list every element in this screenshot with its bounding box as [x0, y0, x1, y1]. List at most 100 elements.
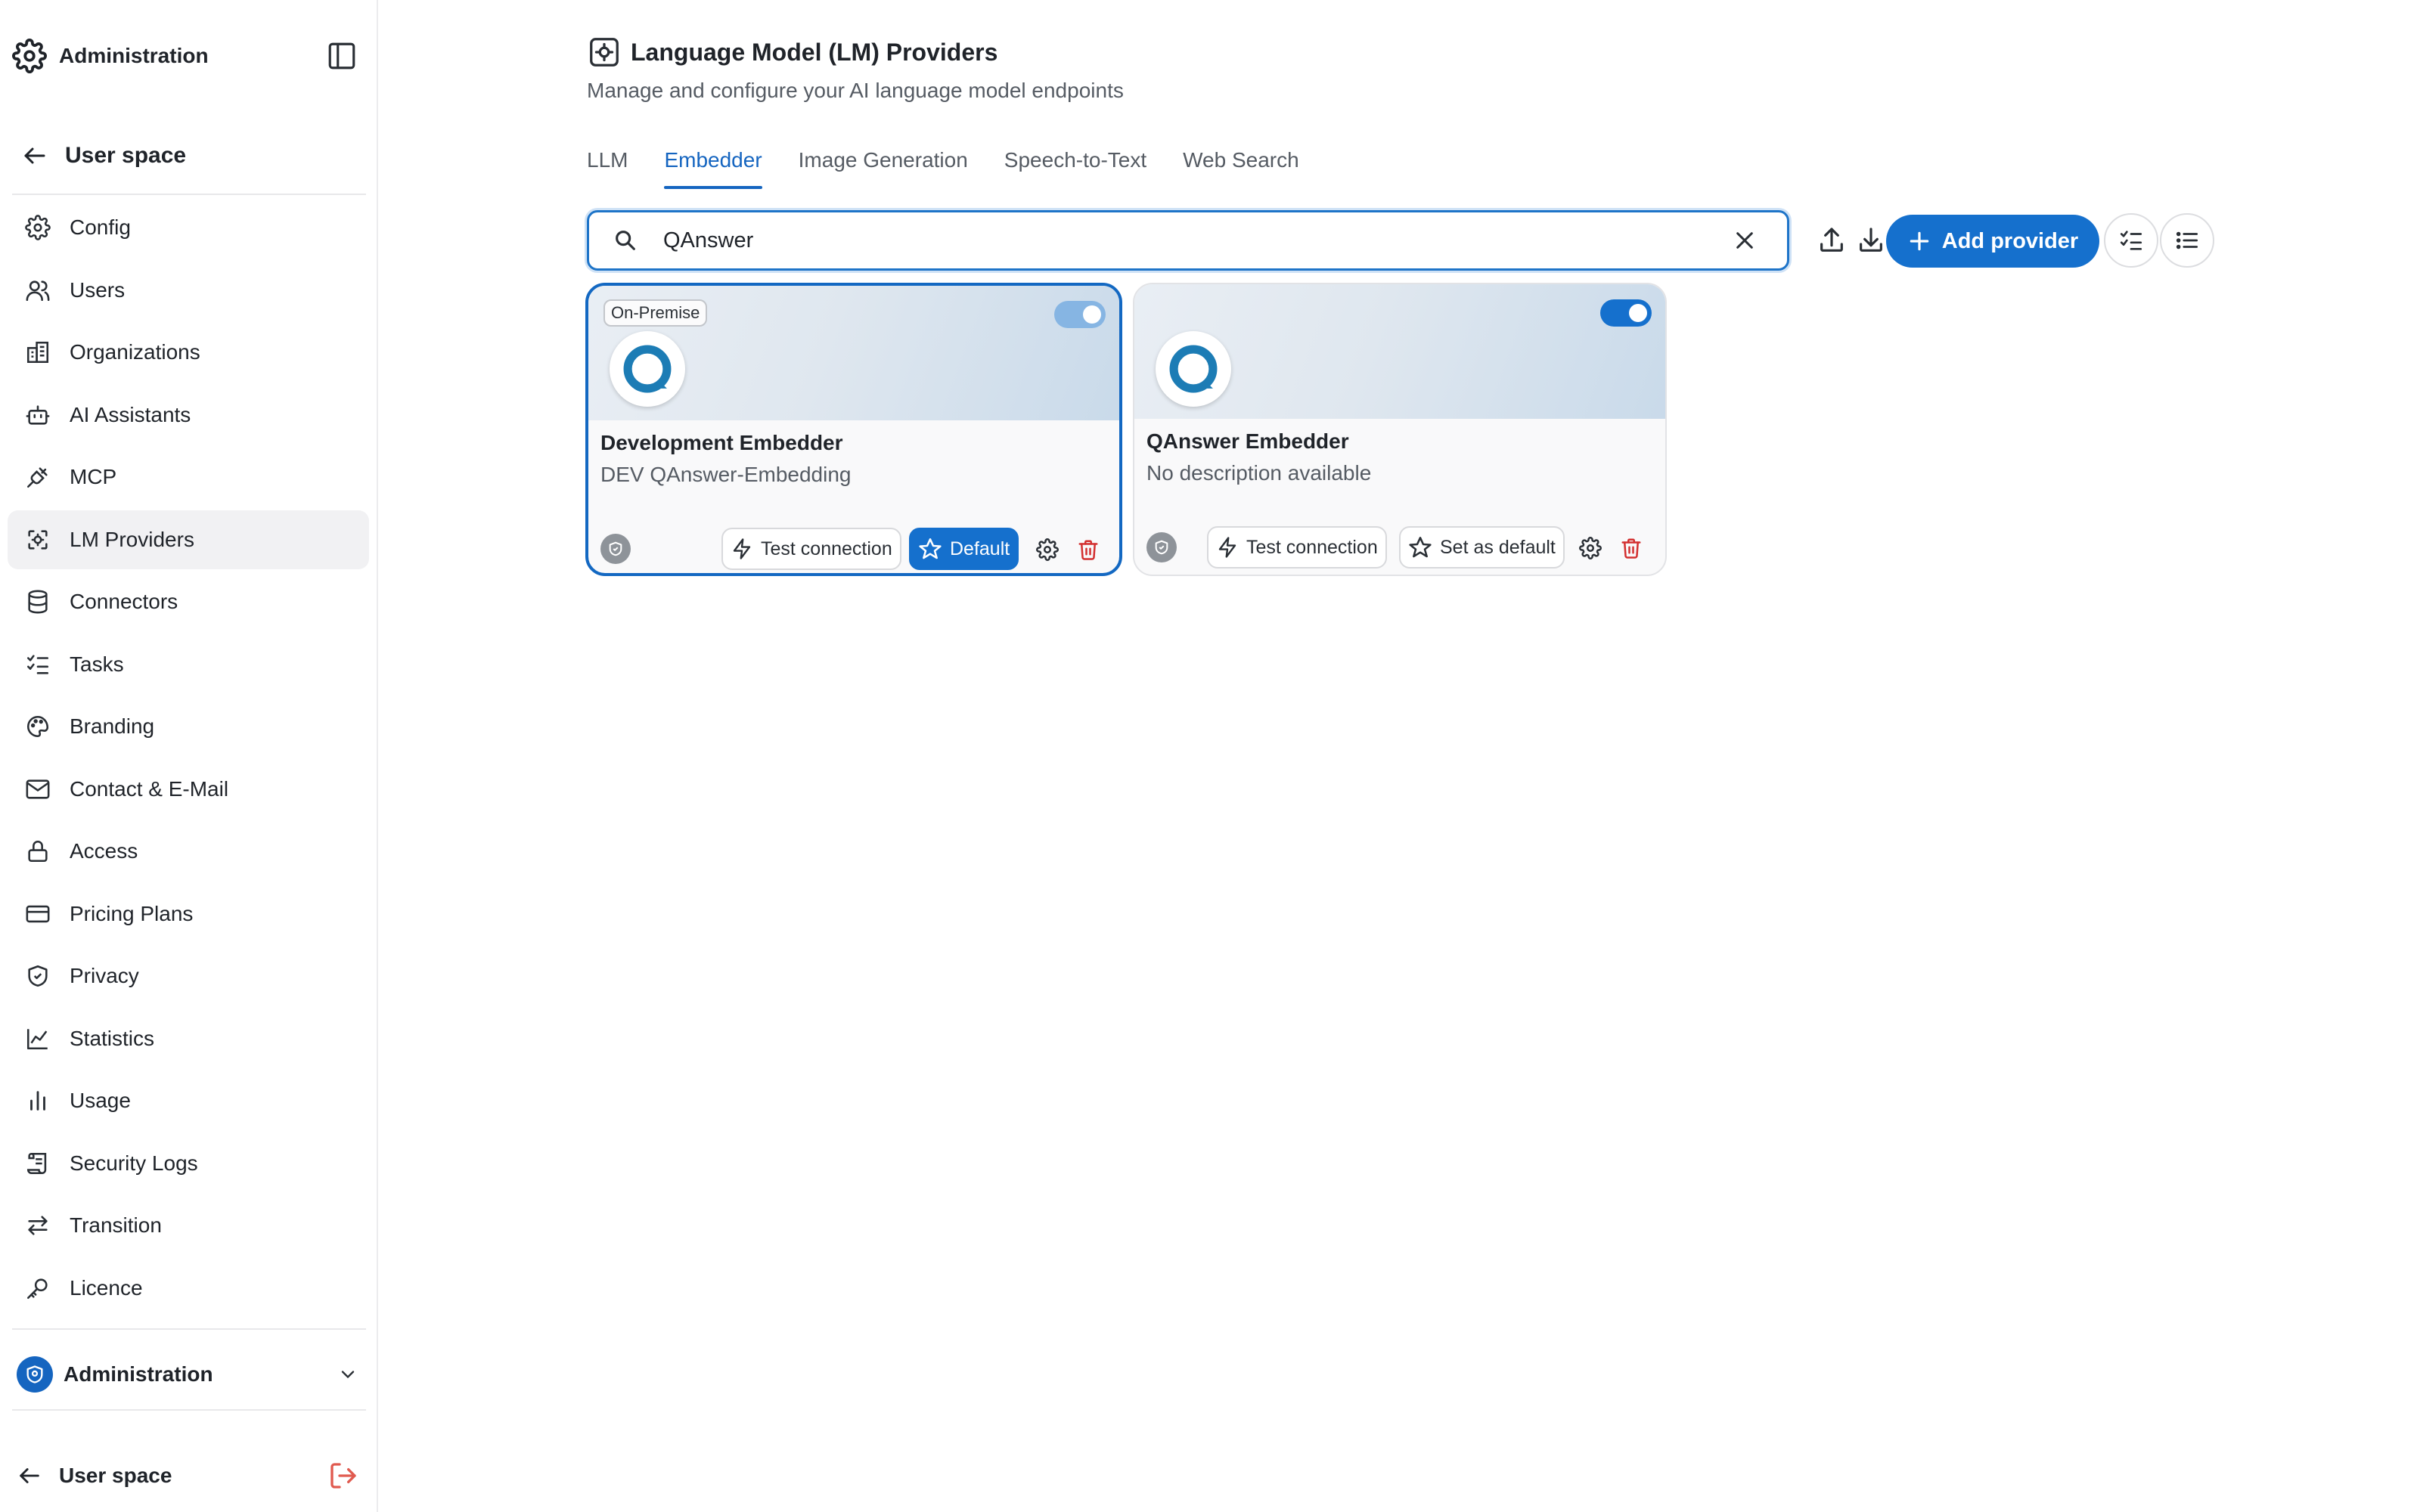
toggle-knob: [1629, 304, 1647, 322]
mail-icon: [23, 774, 53, 804]
gear-icon: [23, 212, 53, 243]
test-connection-button[interactable]: Test connection: [1207, 526, 1387, 569]
sidebar-item-ai-assistants[interactable]: AI Assistants: [8, 386, 369, 445]
sidebar-item-contact-email[interactable]: Contact & E-Mail: [8, 760, 369, 819]
sidebar-toggle-icon[interactable]: [324, 38, 360, 74]
chip-icon: [587, 35, 622, 70]
checklist-icon: [23, 649, 53, 680]
sidebar-item-config[interactable]: Config: [8, 198, 369, 257]
default-button[interactable]: Default: [909, 528, 1019, 570]
divider: [12, 194, 366, 195]
provider-card[interactable]: QAnswer Embedder No description availabl…: [1133, 283, 1667, 576]
arrow-left-icon: [21, 142, 48, 169]
lock-icon: [23, 836, 53, 866]
checklist-icon: [2118, 228, 2144, 253]
sidebar-item-label: Security Logs: [70, 1151, 198, 1175]
building-icon: [23, 337, 53, 367]
add-provider-label: Add provider: [1941, 228, 2079, 253]
upload-icon[interactable]: [1813, 222, 1850, 259]
search-box: [587, 210, 1789, 271]
sidebar-header: Administration: [12, 33, 360, 79]
organization-selector[interactable]: Administration: [17, 1353, 358, 1396]
settings-gear-icon[interactable]: [1035, 537, 1060, 562]
sidebar-item-connectors[interactable]: Connectors: [8, 572, 369, 631]
select-mode-button[interactable]: [2104, 213, 2158, 268]
admin-gear-logo-icon: [12, 39, 47, 73]
sidebar-item-label: Pricing Plans: [70, 901, 194, 925]
sidebar-item-label: Access: [70, 839, 138, 863]
set-as-default-label: Set as default: [1440, 536, 1556, 558]
users-icon: [23, 275, 53, 305]
page-header: Language Model (LM) Providers: [587, 35, 997, 70]
tab-web-search[interactable]: Web Search: [1183, 145, 1299, 192]
sidebar: Administration User space Config Users O…: [0, 0, 378, 1512]
chip-icon: [23, 525, 53, 555]
footer-user-space[interactable]: User space: [17, 1455, 358, 1497]
tab-image-generation[interactable]: Image Generation: [799, 145, 968, 192]
back-to-user-space[interactable]: User space: [21, 142, 186, 169]
sidebar-item-security-logs[interactable]: Security Logs: [8, 1134, 369, 1193]
page-title: Language Model (LM) Providers: [631, 38, 998, 66]
default-label: Default: [950, 538, 1010, 559]
sidebar-item-organizations[interactable]: Organizations: [8, 323, 369, 382]
sidebar-item-branding[interactable]: Branding: [8, 697, 369, 756]
sidebar-item-label: Branding: [70, 714, 155, 738]
sidebar-item-transition[interactable]: Transition: [8, 1196, 369, 1255]
test-connection-button[interactable]: Test connection: [721, 528, 901, 570]
credit-card-icon: [23, 899, 53, 929]
download-icon[interactable]: [1853, 222, 1889, 259]
sidebar-item-mcp[interactable]: MCP: [8, 448, 369, 507]
sidebar-item-pricing-plans[interactable]: Pricing Plans: [8, 885, 369, 943]
sidebar-item-access[interactable]: Access: [8, 822, 369, 881]
lightning-icon: [1216, 536, 1239, 559]
sidebar-item-tasks[interactable]: Tasks: [8, 635, 369, 694]
plus-icon: [1907, 229, 1931, 253]
test-connection-label: Test connection: [761, 538, 892, 559]
key-icon: [23, 1273, 53, 1303]
sidebar-item-licence[interactable]: Licence: [8, 1259, 369, 1318]
app-title: Administration: [59, 44, 209, 67]
provider-card[interactable]: On-Premise Development Embedder DEV QAns…: [585, 283, 1122, 576]
trash-icon[interactable]: [1075, 537, 1101, 562]
sidebar-item-label: LM Providers: [70, 527, 194, 551]
logout-icon[interactable]: [328, 1461, 358, 1491]
chevron-down-icon: [337, 1364, 358, 1385]
enabled-toggle[interactable]: [1054, 301, 1106, 328]
sidebar-nav: Config Users Organizations AI Assistants…: [8, 198, 369, 1321]
sidebar-item-label: Connectors: [70, 590, 178, 613]
settings-gear-icon[interactable]: [1578, 535, 1603, 561]
clear-search-icon[interactable]: [1725, 221, 1764, 260]
provider-description: No description available: [1146, 461, 1372, 485]
sidebar-item-label: Organizations: [70, 340, 200, 364]
robot-icon: [23, 400, 53, 430]
sidebar-item-label: AI Assistants: [70, 402, 191, 426]
add-provider-button[interactable]: Add provider: [1886, 215, 2099, 268]
search-input[interactable]: [663, 218, 1725, 263]
star-icon: [918, 537, 942, 561]
sidebar-item-usage[interactable]: Usage: [8, 1071, 369, 1130]
tab-llm[interactable]: LLM: [587, 145, 628, 192]
plug-icon: [23, 462, 53, 492]
sidebar-item-privacy[interactable]: Privacy: [8, 947, 369, 1005]
on-premise-badge: On-Premise: [603, 299, 708, 327]
sidebar-item-lm-providers[interactable]: LM Providers: [8, 510, 369, 569]
list-view-button[interactable]: [2160, 213, 2214, 268]
tab-speech-to-text[interactable]: Speech-to-Text: [1004, 145, 1146, 192]
tab-embedder[interactable]: Embedder: [664, 145, 762, 192]
palette-icon: [23, 711, 53, 742]
enabled-toggle[interactable]: [1600, 299, 1652, 327]
arrow-left-icon: [17, 1463, 42, 1489]
sidebar-item-label: Statistics: [70, 1026, 155, 1050]
set-as-default-button[interactable]: Set as default: [1399, 526, 1565, 569]
list-icon: [2174, 228, 2200, 253]
sidebar-item-statistics[interactable]: Statistics: [8, 1009, 369, 1068]
sidebar-item-label: Config: [70, 215, 131, 239]
sidebar-item-label: Transition: [70, 1213, 162, 1237]
toggle-knob: [1083, 305, 1101, 324]
sidebar-item-users[interactable]: Users: [8, 261, 369, 320]
trash-icon[interactable]: [1618, 535, 1644, 561]
sidebar-item-label: Tasks: [70, 652, 124, 676]
sidebar-item-label: Usage: [70, 1089, 131, 1112]
organization-shield-icon: [17, 1356, 53, 1393]
shield-icon: [600, 534, 631, 564]
